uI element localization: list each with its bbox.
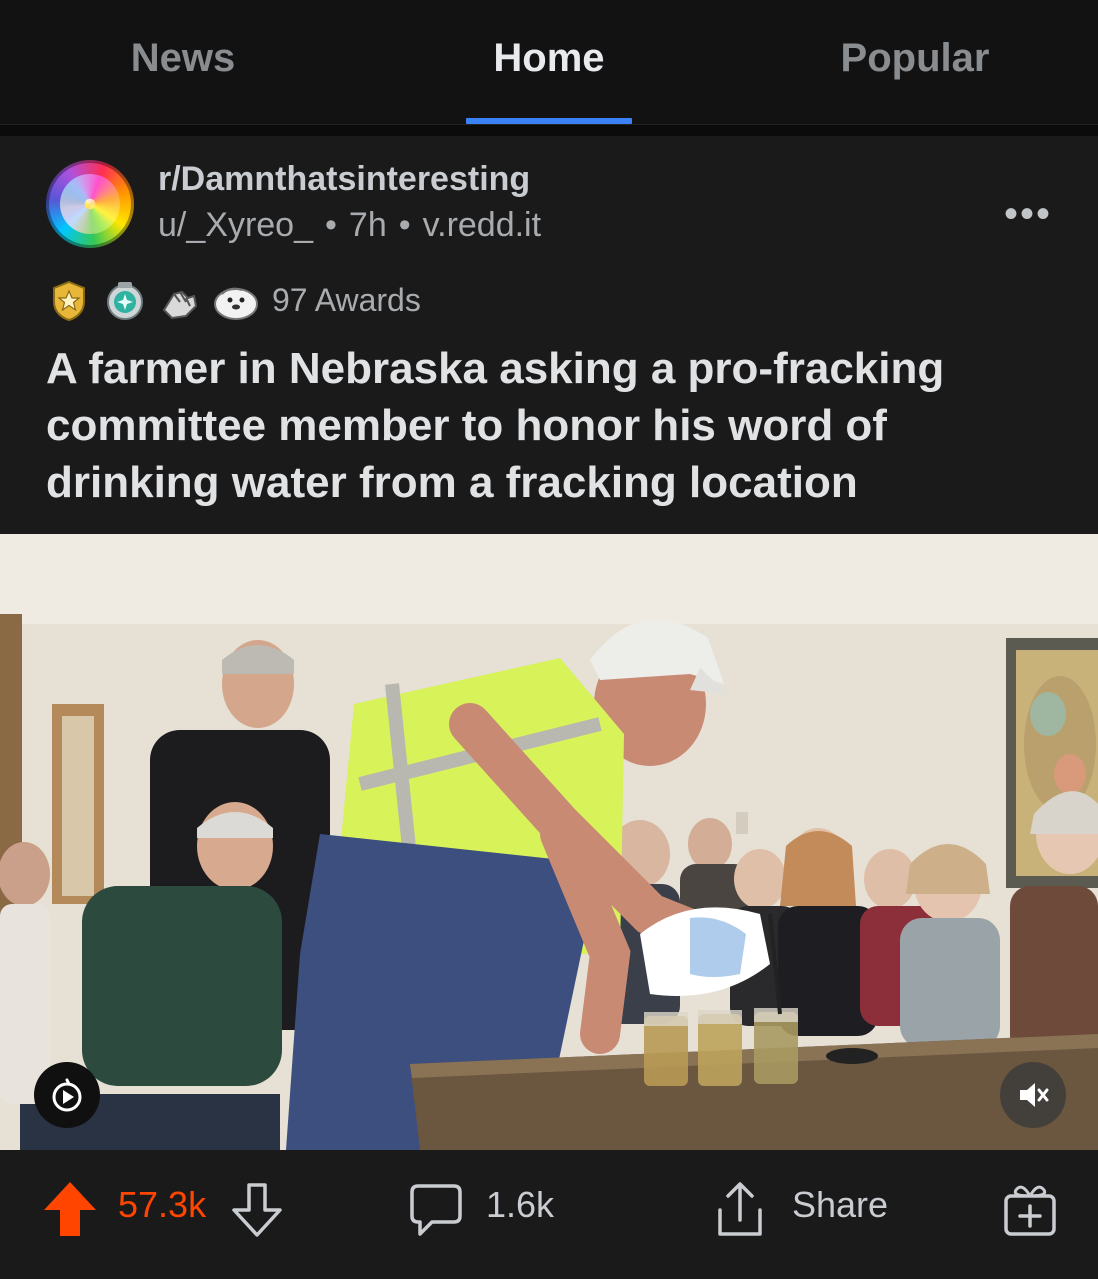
share-label[interactable]: Share: [792, 1184, 888, 1226]
post-card[interactable]: r/Damnthatsinteresting u/_Xyreo_ • 7h • v.re…: [0, 136, 1098, 534]
subreddit-avatar[interactable]: [46, 160, 134, 248]
comment-count[interactable]: 1.6k: [486, 1184, 554, 1226]
post-video[interactable]: [0, 534, 1098, 1150]
post-meta: u/_Xyreo_ • 7h • v.redd.it: [158, 206, 541, 245]
post-action-bar: 57.3k 1.6k Share: [0, 1150, 1098, 1279]
post-domain[interactable]: v.redd.it: [423, 206, 541, 244]
separator-dot: •: [325, 206, 337, 244]
handshake-award-icon: [162, 290, 198, 320]
seal-award-icon: [214, 287, 258, 320]
post-age: 7h: [348, 206, 387, 244]
more-options-icon[interactable]: •••: [1004, 192, 1052, 237]
tab-news[interactable]: News: [0, 36, 366, 86]
subreddit-name[interactable]: r/Damnthatsinteresting: [158, 160, 530, 199]
upvote-icon[interactable]: [42, 1180, 98, 1238]
author-name[interactable]: u/_Xyreo_: [158, 206, 313, 244]
active-tab-indicator: [466, 118, 632, 124]
tab-popular[interactable]: Popular: [732, 36, 1098, 86]
vote-score: 57.3k: [118, 1184, 207, 1225]
medal-award-icon: [107, 282, 143, 320]
awards-count: 97 Awards: [272, 282, 421, 318]
video-frame: [0, 534, 1098, 1150]
tab-home[interactable]: Home: [366, 36, 732, 86]
downvote-icon[interactable]: [230, 1182, 284, 1238]
post-title[interactable]: A farmer in Nebraska asking a pro-fracki…: [46, 340, 1056, 511]
top-tab-bar: News Home Popular: [0, 0, 1098, 125]
mute-icon[interactable]: [1000, 1062, 1066, 1128]
separator-dot: •: [398, 206, 411, 244]
gift-icon[interactable]: [1002, 1180, 1058, 1238]
gold-award-icon: [53, 280, 85, 322]
comment-icon[interactable]: [408, 1182, 464, 1238]
share-icon[interactable]: [712, 1180, 768, 1238]
video-badge-icon: [34, 1062, 100, 1128]
